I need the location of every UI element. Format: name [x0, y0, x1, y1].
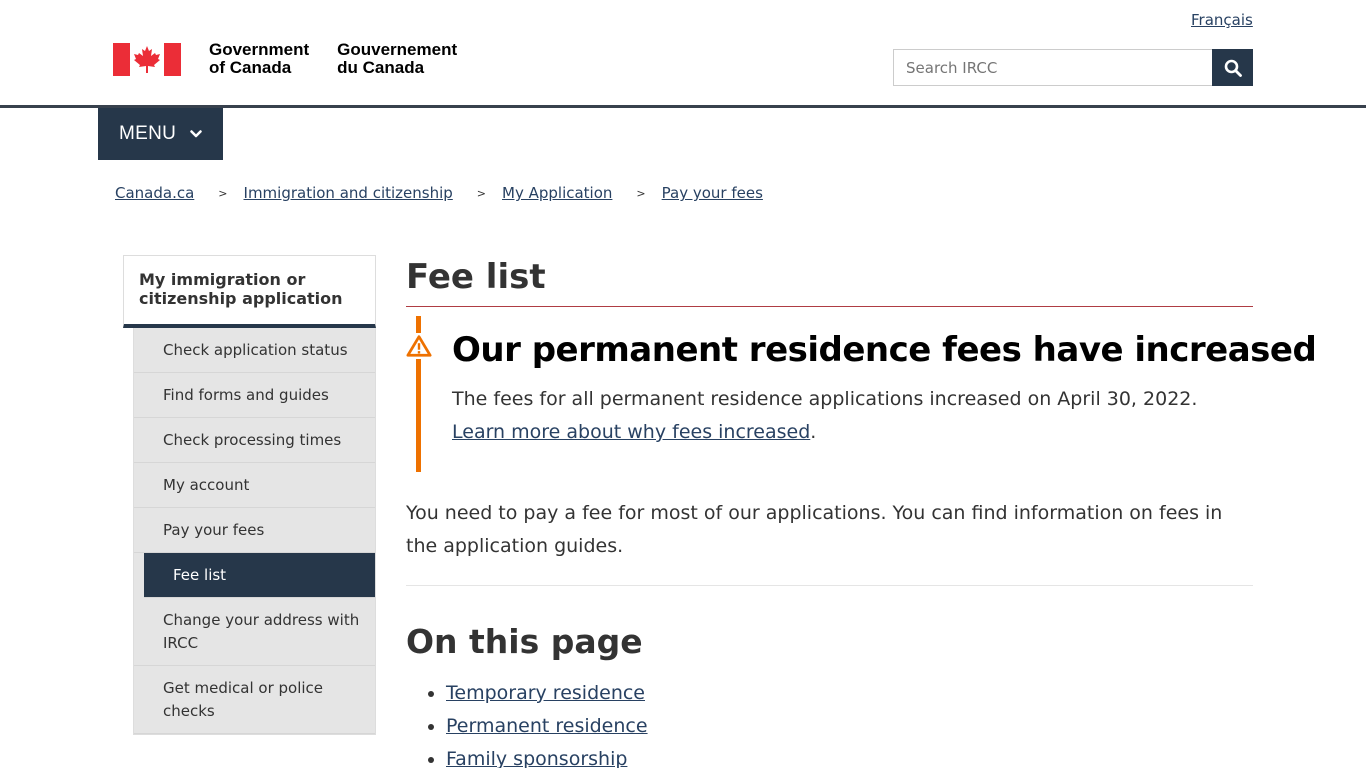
menu-label: MENU — [119, 123, 177, 144]
list-item: Permanent residence — [446, 710, 648, 743]
alert-heading: Our permanent residence fees have increa… — [452, 330, 1317, 370]
breadcrumb-separator: > — [218, 186, 228, 200]
language-toggle-link[interactable]: Français — [1191, 11, 1253, 29]
sidebar-item-forms-guides[interactable]: Find forms and guides — [134, 373, 375, 418]
alert-text: The fees for all permanent residence app… — [452, 388, 1198, 443]
warning-alert: Our permanent residence fees have increa… — [406, 316, 1317, 472]
toc-list: Temporary residence Permanent residence … — [446, 677, 648, 768]
sidebar-item-check-status[interactable]: Check application status — [134, 328, 375, 373]
page-title: Fee list — [406, 257, 546, 297]
sidebar-item-my-account[interactable]: My account — [134, 463, 375, 508]
menu-button[interactable]: MENU — [98, 108, 223, 160]
breadcrumb-link-my-application[interactable]: My Application — [502, 184, 612, 202]
section-divider — [406, 585, 1253, 586]
title-underline — [406, 306, 1253, 307]
intro-paragraph: You need to pay a fee for most of our ap… — [406, 502, 1223, 557]
wordmark-english: Government of Canada — [209, 40, 310, 77]
search-input[interactable] — [893, 49, 1213, 86]
warning-icon — [406, 333, 432, 359]
chevron-down-icon — [190, 130, 202, 138]
search-icon — [1224, 59, 1242, 77]
sidebar-item-fee-list[interactable]: Fee list — [144, 553, 375, 598]
sidebar-item-medical-police[interactable]: Get medical or police checks — [134, 666, 375, 734]
sidebar-item-processing-times[interactable]: Check processing times — [134, 418, 375, 463]
breadcrumb-link-canada[interactable]: Canada.ca — [115, 184, 194, 202]
canada-flag-icon — [113, 43, 181, 76]
learn-more-link[interactable]: Learn more about why fees increased — [452, 421, 810, 443]
wordmark-french: Gouvernement du Canada — [337, 40, 458, 77]
breadcrumb: Canada.ca > Immigration and citizenship … — [115, 184, 763, 202]
section-menu: My immigration or citizenship applicatio… — [123, 255, 376, 735]
sidebar-item-change-address[interactable]: Change your address with IRCC — [134, 598, 375, 666]
section-menu-list: Check application status Find forms and … — [133, 328, 376, 735]
list-item: Temporary residence — [446, 677, 648, 710]
breadcrumb-link-immigration[interactable]: Immigration and citizenship — [244, 184, 453, 202]
breadcrumb-separator: > — [636, 186, 646, 200]
toc-link-permanent[interactable]: Permanent residence — [446, 715, 648, 737]
toc-link-family[interactable]: Family sponsorship — [446, 748, 627, 768]
sidebar-item-pay-fees[interactable]: Pay your fees — [134, 508, 375, 553]
list-item: Family sponsorship — [446, 743, 648, 768]
section-menu-heading[interactable]: My immigration or citizenship applicatio… — [123, 255, 376, 328]
breadcrumb-link-pay-fees[interactable]: Pay your fees — [662, 184, 763, 202]
breadcrumb-separator: > — [476, 186, 487, 200]
search-button[interactable] — [1212, 49, 1253, 86]
toc-heading: On this page — [406, 622, 643, 661]
government-signature[interactable]: Government of Canada Gouvernement du Can… — [113, 41, 457, 77]
toc-link-temporary[interactable]: Temporary residence — [446, 682, 645, 704]
